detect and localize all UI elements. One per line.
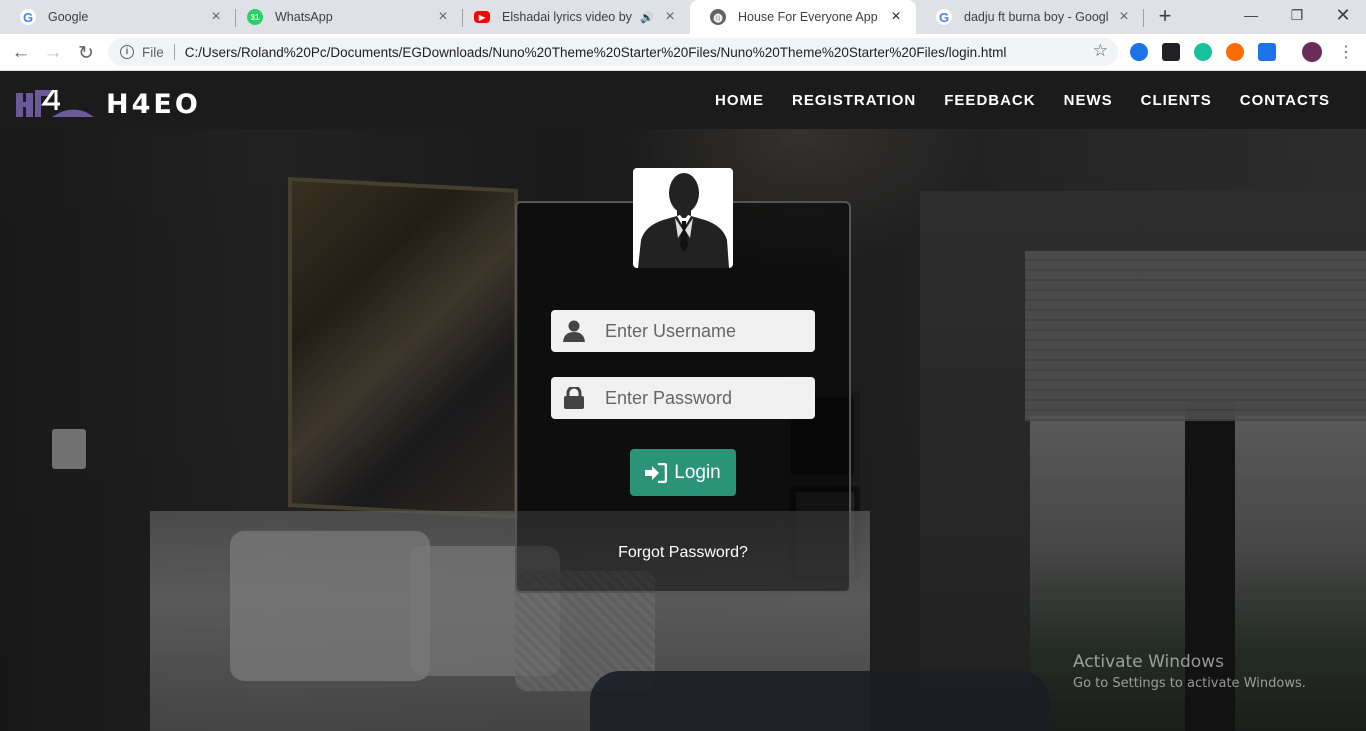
activate-windows-watermark: Activate Windows Go to Settings to activ… bbox=[1073, 652, 1306, 691]
login-button-label: Login bbox=[674, 461, 721, 483]
tab-house-for-everyone[interactable]: ◍ House For Everyone App × bbox=[690, 0, 916, 34]
profile-avatar[interactable] bbox=[1302, 42, 1322, 62]
speaker-icon[interactable]: 🔊 bbox=[640, 11, 654, 24]
info-icon[interactable]: i bbox=[120, 45, 134, 59]
password-field[interactable] bbox=[551, 377, 815, 419]
tab-strip: G Google × 31 WhatsApp × ▶ Elshadai lyri… bbox=[0, 0, 1366, 34]
grammarly-icon[interactable] bbox=[1194, 43, 1212, 61]
url-text: C:/Users/Roland%20Pc/Documents/EGDownloa… bbox=[184, 44, 1007, 60]
close-tab-icon[interactable]: × bbox=[1116, 8, 1132, 26]
password-input[interactable] bbox=[605, 387, 805, 409]
address-bar[interactable]: i File C:/Users/Roland%20Pc/Documents/EG… bbox=[108, 38, 1118, 66]
site-navbar: H4EO HOME REGISTRATION FEEDBACK NEWS CLI… bbox=[0, 71, 1366, 129]
sign-in-icon bbox=[645, 462, 668, 483]
tab-youtube[interactable]: ▶ Elshadai lyrics video by H-C 🔊 × bbox=[454, 0, 690, 34]
forward-button[interactable]: → bbox=[40, 40, 66, 66]
close-tab-icon[interactable]: × bbox=[435, 8, 451, 26]
extension-icon[interactable] bbox=[1258, 43, 1276, 61]
username-field[interactable] bbox=[551, 310, 815, 352]
new-tab-button[interactable]: + bbox=[1152, 4, 1178, 30]
google-icon: G bbox=[20, 9, 36, 25]
reload-button[interactable]: ↻ bbox=[73, 40, 99, 66]
close-tab-icon[interactable]: × bbox=[888, 8, 904, 26]
menu-dots-icon[interactable]: ⋮ bbox=[1338, 42, 1354, 62]
nav-registration[interactable]: REGISTRATION bbox=[792, 92, 916, 109]
restore-button[interactable]: ❐ bbox=[1274, 0, 1320, 30]
main-menu: HOME REGISTRATION FEEDBACK NEWS CLIENTS … bbox=[687, 92, 1330, 109]
tab-google[interactable]: G Google × bbox=[0, 0, 236, 34]
nav-home[interactable]: HOME bbox=[715, 92, 764, 109]
minimize-button[interactable]: — bbox=[1228, 0, 1274, 30]
site-logo[interactable]: H4EO bbox=[16, 89, 201, 120]
username-input[interactable] bbox=[605, 320, 805, 342]
browser-toolbar: ← → ↻ i File C:/Users/Roland%20Pc/Docume… bbox=[0, 34, 1366, 71]
logo-mark-icon bbox=[16, 89, 94, 117]
login-button[interactable]: Login bbox=[630, 449, 736, 496]
extension-icon[interactable] bbox=[1130, 43, 1148, 61]
globe-icon: ◍ bbox=[710, 9, 726, 25]
close-window-button[interactable]: ✕ bbox=[1320, 0, 1366, 30]
google-icon: G bbox=[936, 9, 952, 25]
nav-feedback[interactable]: FEEDBACK bbox=[944, 92, 1035, 109]
close-tab-icon[interactable]: × bbox=[662, 8, 678, 26]
nav-news[interactable]: NEWS bbox=[1064, 92, 1113, 109]
fire-extension-icon[interactable] bbox=[1226, 43, 1244, 61]
user-avatar bbox=[633, 168, 733, 268]
tab-google-search[interactable]: G dadju ft burna boy - Google Se × bbox=[916, 0, 1144, 34]
nav-clients[interactable]: CLIENTS bbox=[1141, 92, 1212, 109]
forgot-password-link[interactable]: Forgot Password? bbox=[515, 544, 851, 562]
lock-icon bbox=[562, 386, 586, 410]
youtube-icon: ▶ bbox=[474, 11, 490, 23]
bookmark-star-icon[interactable]: ☆ bbox=[1093, 41, 1108, 61]
extension-icon[interactable] bbox=[1162, 43, 1180, 61]
nav-contacts[interactable]: CONTACTS bbox=[1240, 92, 1330, 109]
page-body: H4EO HOME REGISTRATION FEEDBACK NEWS CLI… bbox=[0, 71, 1366, 731]
close-tab-icon[interactable]: × bbox=[208, 8, 224, 26]
tab-whatsapp[interactable]: 31 WhatsApp × bbox=[227, 0, 463, 34]
back-button[interactable]: ← bbox=[8, 40, 34, 66]
user-icon bbox=[562, 319, 586, 343]
businessman-silhouette-icon bbox=[638, 173, 729, 268]
whatsapp-icon: 31 bbox=[247, 9, 263, 25]
